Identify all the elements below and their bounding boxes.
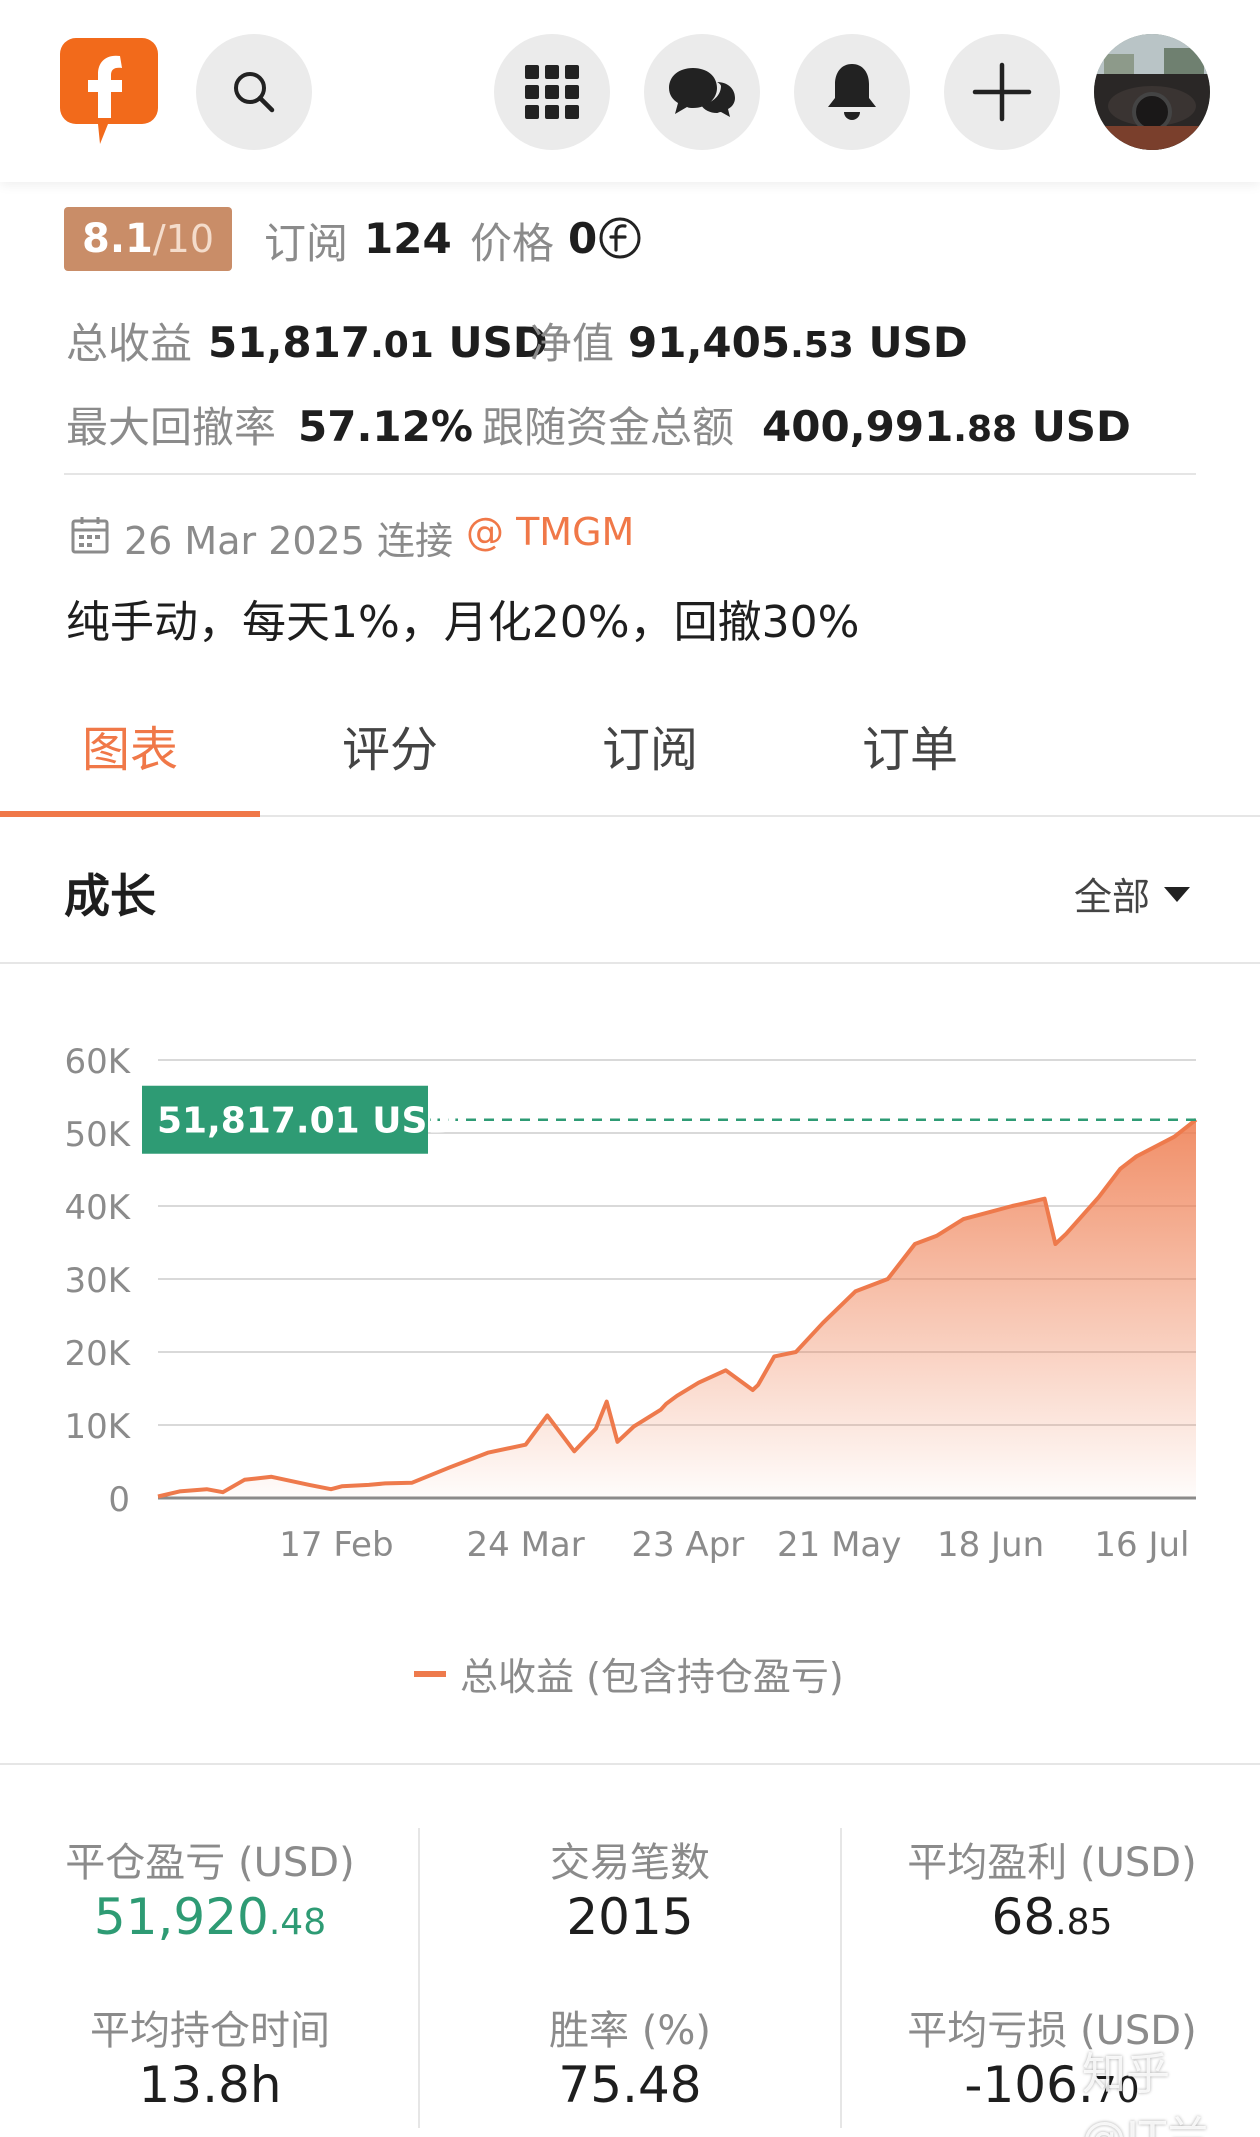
connected-date: 26 Mar 2025 连接 bbox=[124, 519, 453, 563]
tab-chart[interactable]: 图表 bbox=[82, 710, 178, 780]
avg-profit-label: 平均盈利 (USD) bbox=[907, 1840, 1197, 1886]
subscriptions-value: 124 bbox=[364, 214, 452, 263]
add-button[interactable] bbox=[944, 34, 1060, 150]
stats-vertical-divider bbox=[418, 1828, 420, 2128]
tab-rating[interactable]: 评分 bbox=[342, 710, 438, 780]
top-header bbox=[0, 0, 1260, 182]
info-separator bbox=[64, 473, 1196, 475]
calendar-icon bbox=[71, 517, 109, 554]
user-avatar[interactable] bbox=[1094, 34, 1210, 150]
search-icon bbox=[234, 72, 275, 113]
rating-value: 8.1 bbox=[82, 216, 153, 262]
y-tick-label: 10K bbox=[64, 1407, 131, 1447]
messages-button[interactable] bbox=[644, 34, 760, 150]
broker-link[interactable]: @ TMGM bbox=[466, 510, 634, 554]
grid-apps-icon bbox=[525, 65, 579, 119]
search-button[interactable] bbox=[196, 34, 312, 150]
last-value-label: 51,817.01 USD bbox=[157, 1101, 457, 1142]
trade-count-label: 交易笔数 bbox=[550, 1840, 710, 1886]
x-tick-label: 23 Apr bbox=[631, 1525, 744, 1565]
y-tick-label: 0 bbox=[108, 1480, 130, 1520]
legend-label: 总收益 (包含持仓盈亏) bbox=[460, 1655, 844, 1699]
price-label: 价格 bbox=[470, 219, 555, 268]
rating-scale: /10 bbox=[152, 217, 215, 261]
trade-count-value: 2015 bbox=[566, 1888, 694, 1946]
apps-menu-button[interactable] bbox=[494, 34, 610, 150]
followers-funds-label: 跟随资金总额 bbox=[482, 403, 735, 452]
y-tick-label: 40K bbox=[64, 1188, 131, 1228]
avg-hold-time-value: 13.8h bbox=[138, 2056, 282, 2114]
price-value: 0 bbox=[568, 214, 598, 263]
y-tick-label: 50K bbox=[64, 1115, 131, 1155]
y-tick-label: 20K bbox=[64, 1334, 131, 1374]
x-tick-label: 24 Mar bbox=[467, 1525, 585, 1565]
x-tick-label: 16 Jul bbox=[1094, 1525, 1189, 1565]
active-tab-indicator bbox=[0, 811, 260, 817]
win-rate-value: 75.48 bbox=[558, 2056, 702, 2114]
max-drawdown-label: 最大回撤率 bbox=[66, 403, 277, 452]
watermark: 知乎 @IT兰 bbox=[1082, 2049, 1210, 2137]
total-profit-value: 51,817.01 USD bbox=[208, 318, 548, 367]
caret-down-icon bbox=[1164, 886, 1191, 902]
rating-badge: 8.1/10 bbox=[64, 207, 232, 271]
legend-swatch bbox=[414, 1670, 446, 1677]
strategy-description: 纯手动，每天1%，月化20%，回撤30% bbox=[66, 597, 860, 648]
closed-pnl-value: 51,920.48 bbox=[93, 1888, 327, 1946]
fxtrade-f-logo-icon[interactable] bbox=[58, 38, 158, 144]
stats-divider bbox=[0, 1763, 1260, 1765]
series-area bbox=[158, 1119, 1196, 1498]
chat-bubbles-icon bbox=[669, 68, 735, 117]
tab-subscriptions[interactable]: 订阅 bbox=[602, 710, 698, 780]
range-filter-dropdown[interactable]: 全部 bbox=[1074, 866, 1191, 921]
chart-header-divider bbox=[0, 962, 1260, 964]
bell-icon bbox=[828, 64, 876, 120]
equity-label: 净值 bbox=[530, 319, 615, 368]
x-tick-label: 17 Feb bbox=[279, 1525, 393, 1565]
chart-section-title: 成长 bbox=[64, 869, 156, 923]
y-tick-label: 60K bbox=[64, 1042, 131, 1082]
chart-legend[interactable]: 总收益 (包含持仓盈亏) bbox=[414, 1646, 844, 1701]
win-rate-label: 胜率 (%) bbox=[549, 2008, 711, 2054]
plus-icon bbox=[972, 62, 1032, 122]
subscriptions-label: 订阅 bbox=[264, 219, 349, 268]
stats-vertical-divider bbox=[840, 1828, 842, 2128]
coin-f-icon bbox=[599, 217, 641, 259]
x-tick-label: 21 May bbox=[777, 1525, 901, 1565]
notifications-button[interactable] bbox=[794, 34, 910, 150]
followers-funds-value: 400,991.88 USD bbox=[762, 402, 1131, 451]
avg-profit-value: 68.85 bbox=[991, 1888, 1113, 1946]
total-profit-label: 总收益 bbox=[66, 319, 193, 368]
max-drawdown-value: 57.12% bbox=[298, 402, 473, 451]
equity-value: 91,405.53 USD bbox=[628, 318, 968, 367]
tab-orders[interactable]: 订单 bbox=[862, 710, 958, 780]
avg-hold-time-label: 平均持仓时间 bbox=[90, 2008, 330, 2054]
range-filter-label: 全部 bbox=[1074, 875, 1151, 919]
closed-pnl-label: 平仓盈亏 (USD) bbox=[65, 1840, 355, 1886]
growth-chart: 0 10K 20K 30K 40K 50K 60K 17 Feb 24 Mar 23 Apr 21… bbox=[64, 1042, 1198, 1565]
y-tick-label: 30K bbox=[64, 1261, 131, 1301]
x-tick-label: 18 Jun bbox=[937, 1525, 1044, 1565]
